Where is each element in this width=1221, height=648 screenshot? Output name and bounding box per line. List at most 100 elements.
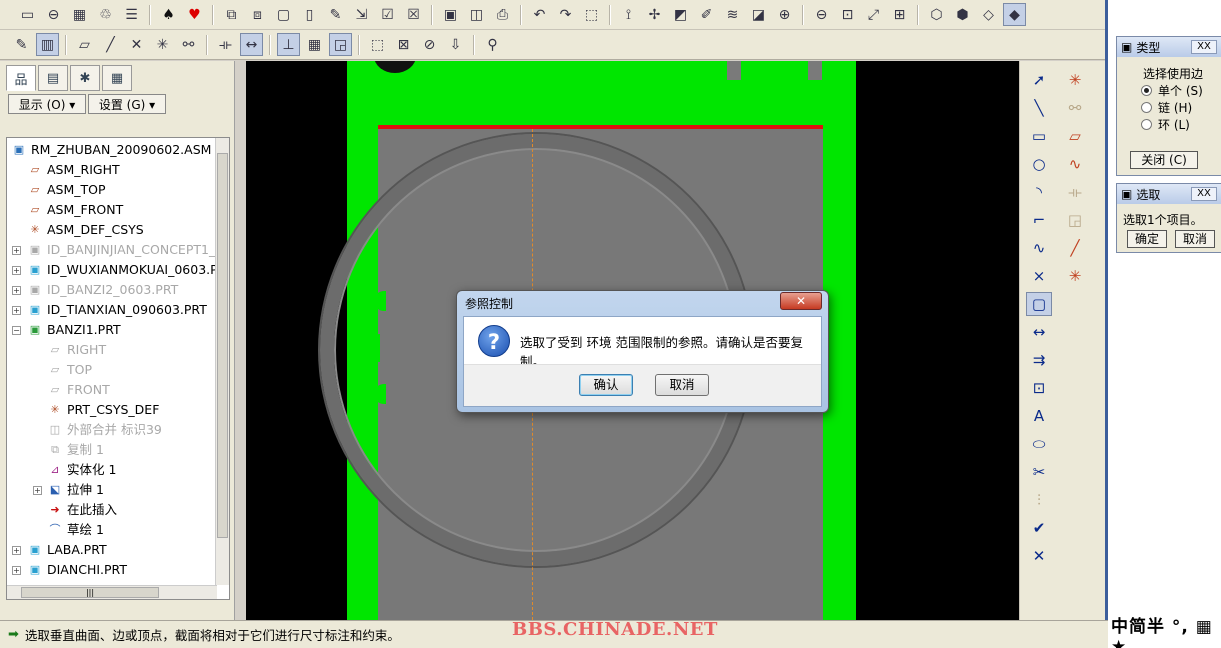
cancel-x-icon[interactable]: ✕ (1026, 544, 1052, 568)
shading-icon[interactable]: ◆ (1003, 3, 1026, 26)
accept-check-icon[interactable]: ✔ (1026, 516, 1052, 540)
model-tree-icon[interactable]: ☰ (120, 3, 143, 26)
use-edge-icon[interactable]: ▢ (1026, 292, 1052, 316)
scroll-thumb[interactable]: ||| (21, 587, 159, 598)
circle-icon[interactable]: ○ (1026, 152, 1052, 176)
text-icon[interactable]: A (1026, 404, 1052, 428)
edit-def-icon[interactable]: ✎ (10, 33, 33, 56)
favorites-tab[interactable]: ✱ (70, 65, 100, 91)
axis-icon[interactable]: ╱ (1062, 236, 1088, 260)
export-icon[interactable]: ⇩ (444, 33, 467, 56)
wireframe-icon[interactable]: ⬡ (925, 3, 948, 26)
plane-icon[interactable]: ▱ (1062, 124, 1088, 148)
spline-icon[interactable]: ∿ (1062, 152, 1088, 176)
tree-item[interactable]: ⧉ 复制 1 (47, 440, 229, 460)
new-icon[interactable]: ▭ (16, 3, 39, 26)
tree-item[interactable]: ⊿ 实体化 1 (47, 460, 229, 480)
tree-item[interactable]: ▱ ASM_RIGHT (27, 160, 229, 180)
analysis-icon[interactable]: ⚲ (481, 33, 504, 56)
link-icon[interactable]: ⚯ (177, 33, 200, 56)
select-all-icon[interactable]: ⬚ (366, 33, 389, 56)
trim-icon[interactable]: ✂ (1026, 460, 1052, 484)
select-arrow-icon[interactable]: ➚ (1026, 68, 1052, 92)
color-icon[interactable]: ▥ (36, 33, 59, 56)
csys-icon[interactable]: ✳ (1062, 68, 1088, 92)
print-icon[interactable]: ⎙ (491, 3, 514, 26)
ime-status[interactable]: 中简半 °, ▦ ★ (1108, 617, 1221, 648)
close-button[interactable]: 关闭 (C) (1130, 151, 1198, 169)
collapse-icon[interactable]: − (12, 326, 21, 335)
settings-tab[interactable]: ▦ (102, 65, 132, 91)
copy-icon[interactable]: ⧉ (220, 3, 243, 26)
cancel-button[interactable]: 取消 (655, 374, 709, 396)
rectangle-icon[interactable]: ▭ (1026, 124, 1052, 148)
named-view-icon[interactable]: ⊞ (888, 3, 911, 26)
grid-icon[interactable]: ▦ (303, 33, 326, 56)
paste-icon[interactable]: ⧈ (246, 3, 269, 26)
folder-tab[interactable]: ▤ (38, 65, 68, 91)
display-menu-button[interactable]: 显示 (O) ▾ (8, 94, 86, 114)
reorient-icon[interactable]: ⤢ (862, 3, 885, 26)
spin-icon[interactable]: ✢ (643, 3, 666, 26)
zoom-out-icon[interactable]: ⊖ (810, 3, 833, 26)
close-button[interactable]: ✕ (780, 292, 822, 310)
tree-item[interactable]: ▣ LABA.PRT (27, 540, 229, 560)
check-box-icon[interactable]: ☑ (376, 3, 399, 26)
scroll-thumb[interactable] (217, 153, 228, 538)
sketch-view-icon[interactable]: ◲ (329, 33, 352, 56)
reference-icon[interactable]: ⟛ (1062, 180, 1088, 204)
tree-horizontal-scrollbar[interactable]: ||| (7, 585, 217, 599)
tree-item[interactable]: ▱ FRONT (47, 380, 229, 400)
save-table-icon[interactable]: ▦ (68, 3, 91, 26)
constrain-icon[interactable]: ⊡ (1026, 376, 1052, 400)
undo-icon[interactable]: ↶ (528, 3, 551, 26)
save-icon[interactable]: ▣ (439, 3, 462, 26)
radio-button[interactable] (1141, 119, 1152, 130)
expand-icon[interactable]: + (12, 546, 21, 555)
fillet-icon[interactable]: ⌐ (1026, 208, 1052, 232)
tree-item[interactable]: ▣ BANZI1.PRT (27, 320, 229, 340)
layers-icon[interactable]: ≋ (721, 3, 744, 26)
arc-icon[interactable]: ◝ (1026, 180, 1052, 204)
tree-item[interactable]: ▱ RIGHT (47, 340, 229, 360)
page-icon[interactable]: ▯ (298, 3, 321, 26)
radio-chain[interactable]: 链 (H) (1141, 99, 1203, 116)
expand-icon[interactable]: + (12, 266, 21, 275)
tree-item[interactable]: ▱ ASM_FRONT (27, 200, 229, 220)
tree-item[interactable]: ▱ TOP (47, 360, 229, 380)
no-hidden-icon[interactable]: ◇ (977, 3, 1000, 26)
expand-icon[interactable]: + (12, 566, 21, 575)
refit-icon[interactable]: ⊡ (836, 3, 859, 26)
save-copy-icon[interactable]: ◫ (465, 3, 488, 26)
dimension-icon[interactable]: ↔ (240, 33, 263, 56)
expand-icon[interactable]: + (12, 306, 21, 315)
tree-vertical-scrollbar[interactable] (215, 138, 229, 585)
tree-item[interactable]: ✳ PRT_CSYS_DEF (47, 400, 229, 420)
tree-item[interactable]: ▣ ID_BANZI2_0603.PRT (27, 280, 229, 300)
hidden-line-icon[interactable]: ⬢ (951, 3, 974, 26)
tree-item[interactable]: ▣ ID_BANJINJIAN_CONCEPT1_ (27, 240, 229, 260)
line-icon[interactable]: ╲ (1026, 96, 1052, 120)
page-fwd-icon[interactable]: ⇲ (350, 3, 373, 26)
dimension-icon[interactable]: ↔ (1026, 320, 1052, 344)
confirm-button[interactable]: 确认 (579, 374, 633, 396)
ok-button[interactable]: 确定 (1127, 230, 1167, 248)
open-icon[interactable]: ⊖ (42, 3, 65, 26)
spade-icon[interactable]: ♠ (157, 3, 180, 26)
heart-icon[interactable]: ♥ (183, 3, 206, 26)
mirror-icon[interactable]: ⫶ (1026, 488, 1052, 512)
tree-item[interactable]: ⌒ 草绘 1 (47, 520, 229, 540)
close-icon[interactable]: ⅩⅩ (1191, 40, 1217, 54)
snap-icon[interactable]: ⊠ (392, 33, 415, 56)
datum-icon[interactable]: ⟟ (617, 3, 640, 26)
modify-icon[interactable]: ⇉ (1026, 348, 1052, 372)
tree-item[interactable]: ➜ 在此插入 (47, 500, 229, 520)
tree-item[interactable]: ⬕ 拉伸 1 (47, 480, 229, 500)
redo-icon[interactable]: ↷ (554, 3, 577, 26)
select-box-icon[interactable]: ⬚ (580, 3, 603, 26)
plane-icon[interactable]: ▱ (73, 33, 96, 56)
sketch-view-icon[interactable]: ◲ (1062, 208, 1088, 232)
selected-edge[interactable] (378, 125, 823, 129)
reference-icon[interactable]: ⟛ (214, 33, 237, 56)
settings-menu-button[interactable]: 设置 (G) ▾ (88, 94, 166, 114)
